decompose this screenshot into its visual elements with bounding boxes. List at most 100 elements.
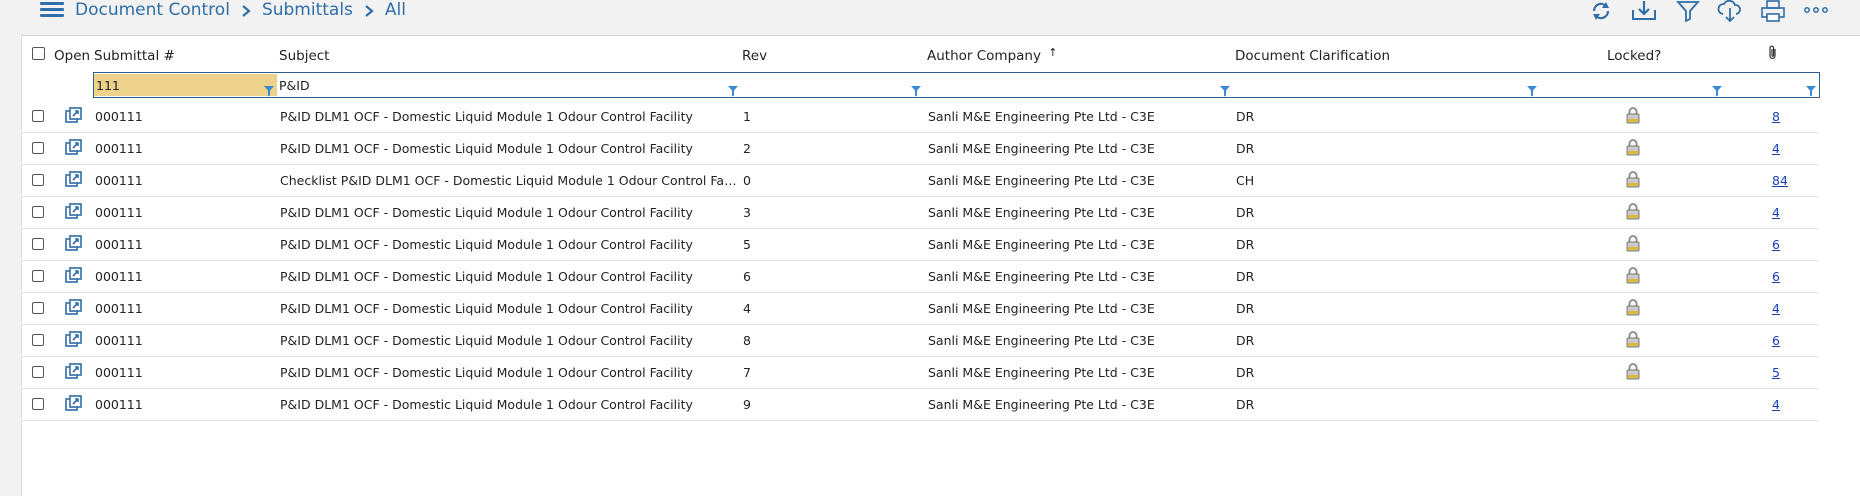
attachments-count-link[interactable]: 6 [1772, 237, 1780, 252]
locked-filter-icon[interactable] [1711, 82, 1723, 97]
attachments-count-link[interactable]: 5 [1772, 365, 1780, 380]
subject-filter-input[interactable] [279, 76, 719, 94]
author-company-cell: Sanli M&E Engineering Pte Ltd - C3E [928, 109, 1155, 124]
breadcrumb-document-control[interactable]: Document Control [75, 0, 230, 20]
row-checkbox[interactable] [32, 142, 44, 154]
refresh-icon[interactable] [1586, 0, 1616, 22]
submittal-number-cell: 000111 [95, 301, 143, 316]
chevron-right-icon [363, 3, 375, 17]
row-checkbox[interactable] [32, 366, 44, 378]
submittal-number-cell: 000111 [95, 205, 143, 220]
submittal-number-cell: 000111 [95, 141, 143, 156]
subject-filter-icon[interactable] [727, 82, 739, 97]
open-external-icon[interactable] [65, 331, 82, 348]
column-header-submittal-number[interactable]: Submittal # [94, 48, 175, 64]
row-checkbox[interactable] [32, 302, 44, 314]
rev-filter-icon[interactable] [910, 82, 922, 97]
table-row[interactable]: 000111 P&ID DLM1 OCF - Domestic Liquid Mo… [22, 228, 1819, 261]
clarification-filter-icon[interactable] [1526, 82, 1538, 97]
table-row[interactable]: 000111 P&ID DLM1 OCF - Domestic Liquid Mo… [22, 292, 1819, 325]
open-external-icon[interactable] [65, 395, 82, 412]
column-header-open[interactable]: Open [54, 48, 90, 64]
submittal-number-cell: 000111 [95, 397, 143, 412]
column-header-subject[interactable]: Subject [279, 48, 329, 64]
column-header-rev[interactable]: Rev [742, 48, 767, 64]
submittal-number-filter-input[interactable] [96, 76, 256, 94]
rev-cell: 2 [743, 141, 751, 156]
table-row[interactable]: 000111 P&ID DLM1 OCF - Domestic Liquid Mo… [22, 132, 1819, 165]
download-icon[interactable] [1629, 0, 1659, 22]
author-company-cell: Sanli M&E Engineering Pte Ltd - C3E [928, 397, 1155, 412]
submittal-number-cell: 000111 [95, 333, 143, 348]
author-company-cell: Sanli M&E Engineering Pte Ltd - C3E [928, 173, 1155, 188]
submittal-number-cell: 000111 [95, 269, 143, 284]
attachments-count-link[interactable]: 6 [1772, 269, 1780, 284]
subject-cell: Checklist P&ID DLM1 OCF - Domestic Liqui… [280, 173, 740, 188]
rev-cell: 0 [743, 173, 751, 188]
subject-cell: P&ID DLM1 OCF - Domestic Liquid Module 1… [280, 397, 693, 412]
document-clarification-cell: DR [1236, 109, 1255, 124]
attachments-count-link[interactable]: 4 [1772, 301, 1780, 316]
row-checkbox[interactable] [32, 110, 44, 122]
sort-ascending-icon: ↑ [1048, 46, 1058, 59]
attachments-count-link[interactable]: 4 [1772, 397, 1780, 412]
table-row[interactable]: 000111 P&ID DLM1 OCF - Domestic Liquid Mo… [22, 260, 1819, 293]
table-row[interactable]: 000111 Checklist P&ID DLM1 OCF - Domestic… [22, 164, 1819, 197]
attachments-count-link[interactable]: 84 [1772, 173, 1788, 188]
more-icon[interactable] [1802, 0, 1832, 22]
filter-icon[interactable] [1673, 0, 1703, 23]
column-header-document-clarification[interactable]: Document Clarification [1235, 48, 1390, 64]
lock-icon [1626, 330, 1640, 348]
hamburger-menu-icon[interactable] [40, 1, 66, 19]
table-row[interactable]: 000111 P&ID DLM1 OCF - Domestic Liquid Mo… [22, 100, 1819, 133]
lock-icon [1626, 266, 1640, 284]
open-external-icon[interactable] [65, 363, 82, 380]
attachments-count-link[interactable]: 4 [1772, 141, 1780, 156]
attachments-count-link[interactable]: 8 [1772, 109, 1780, 124]
document-clarification-cell: DR [1236, 237, 1255, 252]
rev-cell: 8 [743, 333, 751, 348]
cloud-download-icon[interactable] [1715, 0, 1745, 23]
author-filter-icon[interactable] [1219, 82, 1231, 97]
document-clarification-cell: DR [1236, 365, 1255, 380]
open-external-icon[interactable] [65, 299, 82, 316]
paperclip-icon[interactable] [1768, 45, 1778, 65]
open-external-icon[interactable] [65, 139, 82, 156]
document-clarification-cell: DR [1236, 333, 1255, 348]
column-header-locked[interactable]: Locked? [1607, 48, 1661, 64]
author-company-label: Author Company [927, 48, 1041, 64]
attachments-filter-icon[interactable] [1805, 82, 1817, 97]
table-row[interactable]: 000111 P&ID DLM1 OCF - Domestic Liquid Mo… [22, 324, 1819, 357]
open-external-icon[interactable] [65, 107, 82, 124]
row-checkbox[interactable] [32, 206, 44, 218]
row-checkbox[interactable] [32, 398, 44, 410]
breadcrumb-all[interactable]: All [385, 0, 406, 20]
table-row[interactable]: 000111 P&ID DLM1 OCF - Domestic Liquid Mo… [22, 196, 1819, 229]
subject-cell: P&ID DLM1 OCF - Domestic Liquid Module 1… [280, 109, 693, 124]
author-company-cell: Sanli M&E Engineering Pte Ltd - C3E [928, 237, 1155, 252]
open-external-icon[interactable] [65, 203, 82, 220]
column-header-author-company[interactable]: Author Company ↑ [927, 46, 1058, 64]
submittal-number-cell: 000111 [95, 365, 143, 380]
row-checkbox[interactable] [32, 334, 44, 346]
table-row[interactable]: 000111 P&ID DLM1 OCF - Domestic Liquid Mo… [22, 388, 1819, 421]
table-row[interactable]: 000111 P&ID DLM1 OCF - Domestic Liquid Mo… [22, 356, 1819, 389]
open-external-icon[interactable] [65, 235, 82, 252]
attachments-count-link[interactable]: 4 [1772, 205, 1780, 220]
subject-cell: P&ID DLM1 OCF - Domestic Liquid Module 1… [280, 333, 693, 348]
open-external-icon[interactable] [65, 267, 82, 284]
submittal-number-cell: 000111 [95, 109, 143, 124]
breadcrumb-submittals[interactable]: Submittals [262, 0, 353, 20]
row-checkbox[interactable] [32, 238, 44, 250]
select-all-checkbox[interactable] [32, 47, 45, 60]
author-company-cell: Sanli M&E Engineering Pte Ltd - C3E [928, 301, 1155, 316]
document-clarification-cell: DR [1236, 141, 1255, 156]
row-checkbox[interactable] [32, 174, 44, 186]
print-icon[interactable] [1758, 0, 1788, 22]
submittal-filter-icon[interactable] [263, 82, 275, 97]
document-clarification-cell: DR [1236, 397, 1255, 412]
row-checkbox[interactable] [32, 270, 44, 282]
open-external-icon[interactable] [65, 171, 82, 188]
lock-icon [1626, 138, 1640, 156]
attachments-count-link[interactable]: 6 [1772, 333, 1780, 348]
